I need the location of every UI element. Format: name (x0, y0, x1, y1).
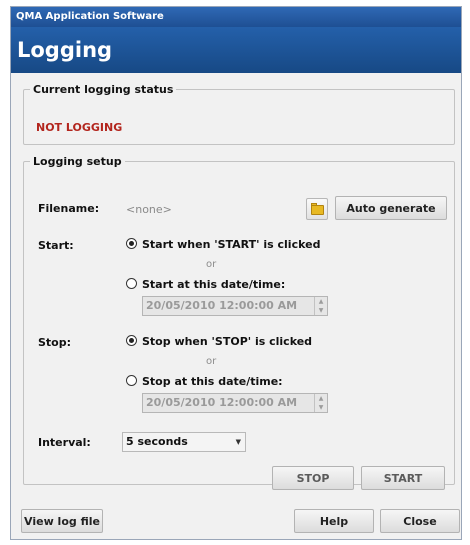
window-title: QMA Application Software (11, 7, 461, 27)
view-log-file-button[interactable]: View log file (21, 509, 103, 533)
start-label: Start: (38, 239, 74, 252)
radio-checked-icon (126, 238, 137, 249)
filename-label: Filename: (38, 202, 100, 215)
stop-button[interactable]: STOP (272, 466, 354, 490)
spin-down-icon: ▼ (318, 307, 324, 314)
dropdown-arrow-icon: ▼ (235, 438, 241, 446)
interval-value: 5 seconds (126, 435, 188, 448)
radio-unchecked-icon (126, 278, 137, 289)
stop-label: Stop: (38, 336, 72, 349)
start-when-clicked-label: Start when 'START' is clicked (142, 238, 321, 251)
interval-label: Interval: (38, 436, 91, 449)
start-at-datetime-radio[interactable]: Start at this date/time: (126, 278, 285, 291)
filename-value: <none> (126, 203, 172, 216)
start-at-datetime-label: Start at this date/time: (142, 278, 286, 291)
interval-select[interactable]: 5 seconds ▼ (122, 432, 246, 452)
stop-datetime-picker[interactable]: 20/05/2010 12:00:00 AM ▲ ▼ (142, 393, 328, 413)
folder-icon (311, 205, 324, 215)
current-logging-status-group: Current logging status NOT LOGGING (23, 83, 455, 145)
start-datetime-picker[interactable]: 20/05/2010 12:00:00 AM ▲ ▼ (142, 296, 328, 316)
stop-when-clicked-radio[interactable]: Stop when 'STOP' is clicked (126, 335, 312, 348)
start-or-text: or (206, 259, 217, 270)
radio-checked-icon (126, 335, 137, 346)
auto-generate-button[interactable]: Auto generate (335, 196, 447, 220)
radio-unchecked-icon (126, 375, 137, 386)
start-when-clicked-radio[interactable]: Start when 'START' is clicked (126, 238, 320, 251)
stop-when-clicked-label: Stop when 'STOP' is clicked (142, 335, 313, 348)
status-legend: Current logging status (33, 83, 174, 96)
spin-up-icon: ▲ (318, 395, 324, 402)
stop-datetime-value: 20/05/2010 12:00:00 AM (146, 396, 298, 409)
start-datetime-spinner[interactable]: ▲ ▼ (314, 297, 327, 315)
stop-at-datetime-radio[interactable]: Stop at this date/time: (126, 375, 283, 388)
start-datetime-value: 20/05/2010 12:00:00 AM (146, 299, 298, 312)
logging-status-text: NOT LOGGING (36, 121, 123, 134)
setup-legend: Logging setup (33, 155, 122, 168)
stop-datetime-spinner[interactable]: ▲ ▼ (314, 394, 327, 412)
spin-down-icon: ▼ (318, 404, 324, 411)
logging-window: QMA Application Software Logging Current… (10, 6, 462, 540)
logging-setup-group: Logging setup Filename: <none> Auto gene… (23, 155, 455, 490)
stop-at-datetime-label: Stop at this date/time: (142, 375, 283, 388)
start-button[interactable]: START (361, 466, 445, 490)
browse-folder-button[interactable] (306, 198, 328, 220)
close-button[interactable]: Close (380, 509, 460, 533)
stop-or-text: or (206, 356, 217, 367)
help-button[interactable]: Help (294, 509, 374, 533)
spin-up-icon: ▲ (318, 298, 324, 305)
page-title: Logging (11, 27, 461, 73)
